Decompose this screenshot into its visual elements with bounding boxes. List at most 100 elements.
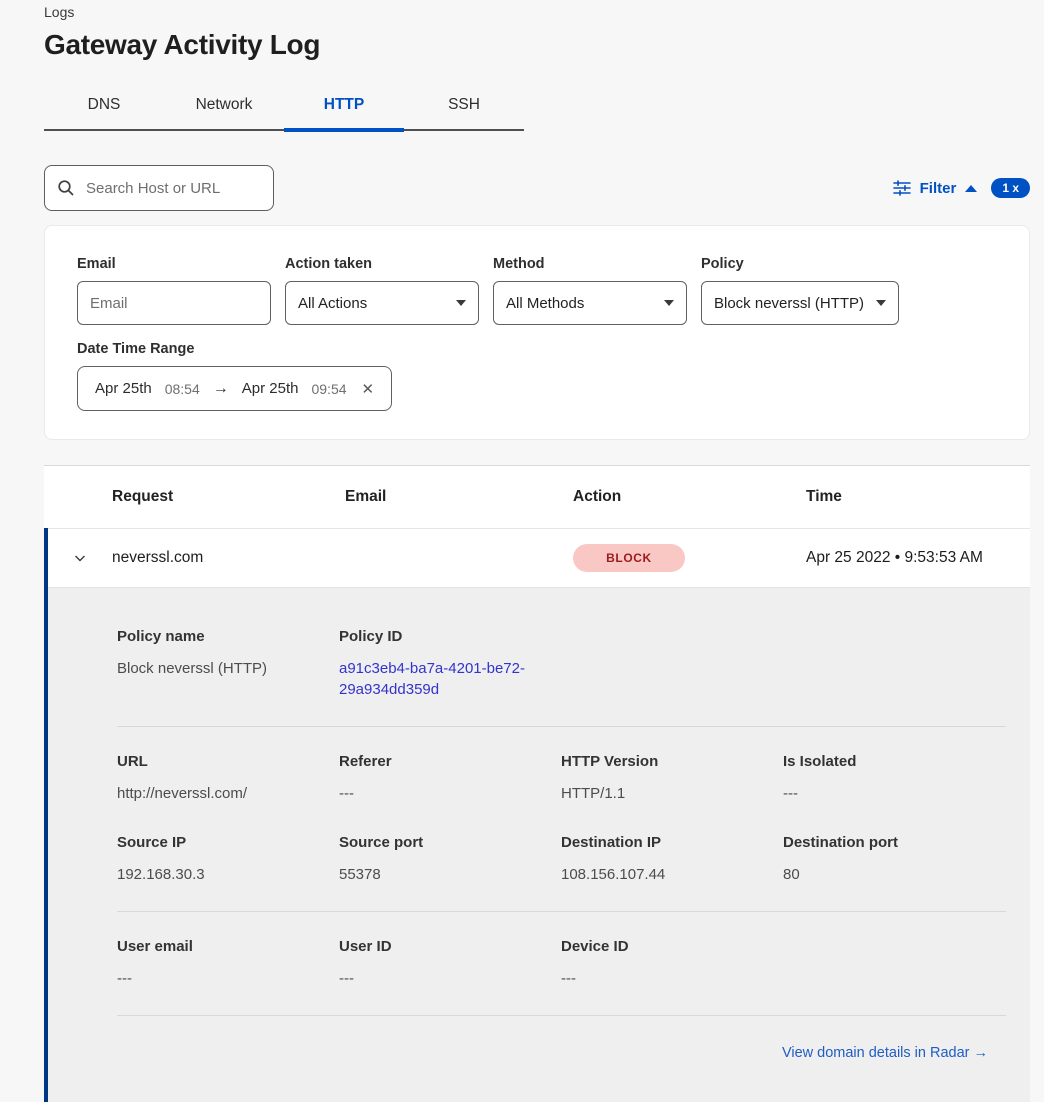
policy-id-link[interactable]: a91c3eb4-ba7a-4201-be72-29a934dd359d (339, 658, 534, 700)
table-row[interactable]: neverssl.com BLOCK Apr 25 2022 • 9:53:53… (48, 528, 1030, 588)
chevron-down-icon (72, 550, 88, 566)
is-isolated-value: --- (783, 783, 1006, 804)
filter-field-policy: Policy Block neverssl (HTTP) (701, 256, 899, 325)
action-filter-label: Action taken (285, 256, 479, 272)
tab-dns[interactable]: DNS (44, 83, 164, 129)
filter-field-email: Email (77, 256, 271, 325)
breadcrumb[interactable]: Logs (44, 4, 1030, 20)
email-filter-input[interactable] (77, 281, 271, 325)
search-filter-row: Filter 1 x (44, 165, 1030, 211)
detail-source-ip: Source IP 192.168.30.3 (117, 834, 339, 885)
device-id-label: Device ID (561, 938, 783, 955)
column-header-request: Request (112, 488, 345, 506)
search-icon (57, 179, 75, 197)
row-details-panel: Policy name Block neverssl (HTTP) Policy… (48, 588, 1030, 1102)
policy-id-label: Policy ID (339, 628, 561, 645)
arrow-right-icon: → (974, 1045, 989, 1061)
referer-value: --- (339, 783, 561, 804)
tab-network[interactable]: Network (164, 83, 284, 129)
table-header: Request Email Action Time (44, 466, 1030, 528)
email-filter-label: Email (77, 256, 271, 272)
column-header-time: Time (806, 488, 1030, 506)
user-email-value: --- (117, 968, 339, 989)
divider (117, 1015, 1006, 1016)
is-isolated-label: Is Isolated (783, 753, 1006, 770)
policy-name-label: Policy name (117, 628, 339, 645)
http-version-label: HTTP Version (561, 753, 783, 770)
user-id-value: --- (339, 968, 561, 989)
start-time[interactable]: 08:54 (165, 381, 200, 397)
row-expander[interactable] (48, 550, 112, 566)
detail-policy-id: Policy ID a91c3eb4-ba7a-4201-be72-29a934… (339, 628, 561, 700)
search-input[interactable] (84, 179, 287, 198)
detail-destination-ip: Destination IP 108.156.107.44 (561, 834, 783, 885)
destination-port-value: 80 (783, 864, 1006, 885)
destination-port-label: Destination port (783, 834, 1006, 851)
chevron-up-icon (965, 185, 977, 192)
request-cell: neverssl.com (112, 549, 345, 567)
clear-date-range-icon[interactable]: ✕ (362, 380, 375, 398)
http-version-value: HTTP/1.1 (561, 783, 783, 804)
source-ip-label: Source IP (117, 834, 339, 851)
action-filter-select[interactable]: All Actions (285, 281, 479, 325)
chevron-down-icon (876, 300, 886, 306)
chevron-down-icon (664, 300, 674, 306)
method-filter-select[interactable]: All Methods (493, 281, 687, 325)
tab-http[interactable]: HTTP (284, 83, 404, 129)
radar-link-row: View domain details in Radar → (117, 1044, 1006, 1062)
detail-source-port: Source port 55378 (339, 834, 561, 885)
filter-button-label: Filter (920, 180, 957, 197)
arrow-right-icon: → (213, 380, 229, 398)
tab-ssh[interactable]: SSH (404, 83, 524, 129)
detail-referer: Referer --- (339, 753, 561, 804)
action-filter-value: All Actions (298, 295, 367, 312)
start-date[interactable]: Apr 25th (95, 380, 152, 397)
url-value: http://neverssl.com/ (117, 783, 339, 804)
activity-log-table: Request Email Action Time neverssl.com B… (44, 465, 1030, 1102)
column-header-email: Email (345, 488, 573, 506)
url-label: URL (117, 753, 339, 770)
detail-user-id: User ID --- (339, 938, 561, 989)
date-range-label: Date Time Range (77, 341, 997, 357)
date-range-picker[interactable]: Apr 25th 08:54 → Apr 25th 09:54 ✕ (77, 366, 392, 411)
view-radar-link[interactable]: View domain details in Radar → (782, 1045, 988, 1061)
detail-user-email: User email --- (117, 938, 339, 989)
search-box[interactable] (44, 165, 274, 211)
detail-is-isolated: Is Isolated --- (783, 753, 1006, 804)
gateway-activity-page: Logs Gateway Activity Log DNS Network HT… (0, 0, 1044, 1102)
filter-field-method: Method All Methods (493, 256, 687, 325)
destination-ip-label: Destination IP (561, 834, 783, 851)
detail-url: URL http://neverssl.com/ (117, 753, 339, 804)
source-port-label: Source port (339, 834, 561, 851)
referer-label: Referer (339, 753, 561, 770)
method-filter-label: Method (493, 256, 687, 272)
detail-policy-name: Policy name Block neverssl (HTTP) (117, 628, 339, 700)
policy-name-value: Block neverssl (HTTP) (117, 658, 339, 679)
filter-sliders-icon (893, 180, 911, 196)
detail-device-id: Device ID --- (561, 938, 783, 989)
filter-count-badge[interactable]: 1 x (991, 178, 1030, 198)
filter-toggle[interactable]: Filter 1 x (893, 178, 1030, 198)
device-id-value: --- (561, 968, 783, 989)
column-header-action: Action (573, 488, 806, 506)
page-title: Gateway Activity Log (44, 29, 1030, 61)
radar-link-label: View domain details in Radar (782, 1045, 970, 1061)
time-cell: Apr 25 2022 • 9:53:53 AM (806, 549, 1030, 567)
end-time[interactable]: 09:54 (311, 381, 346, 397)
block-status-badge: BLOCK (573, 544, 685, 572)
filter-field-action: Action taken All Actions (285, 256, 479, 325)
expanded-row-wrap: neverssl.com BLOCK Apr 25 2022 • 9:53:53… (44, 528, 1030, 1102)
policy-filter-label: Policy (701, 256, 899, 272)
end-date[interactable]: Apr 25th (242, 380, 299, 397)
divider (117, 911, 1006, 912)
policy-filter-value: Block neverssl (HTTP) (714, 295, 864, 312)
detail-http-version: HTTP Version HTTP/1.1 (561, 753, 783, 804)
source-ip-value: 192.168.30.3 (117, 864, 339, 885)
policy-filter-select[interactable]: Block neverssl (HTTP) (701, 281, 899, 325)
log-type-tabs: DNS Network HTTP SSH (44, 83, 524, 131)
user-id-label: User ID (339, 938, 561, 955)
divider (117, 726, 1006, 727)
detail-destination-port: Destination port 80 (783, 834, 1006, 885)
action-cell: BLOCK (573, 544, 806, 572)
method-filter-value: All Methods (506, 295, 584, 312)
